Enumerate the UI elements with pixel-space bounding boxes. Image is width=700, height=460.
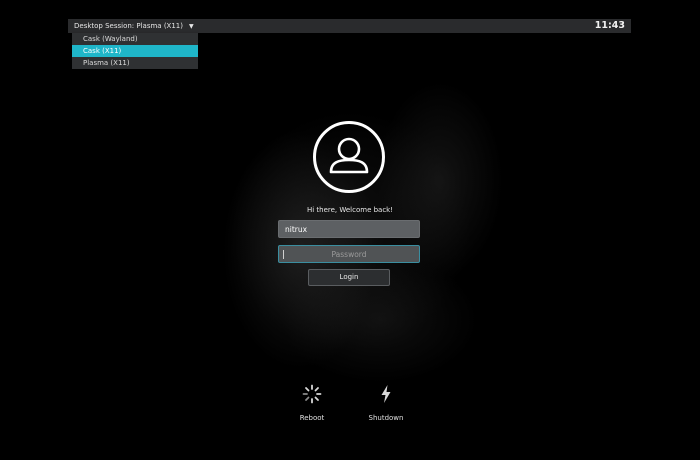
session-selector[interactable]: Desktop Session: Plasma (X11) ▼ [74,19,194,33]
greeting-text: Hi there, Welcome back! [306,206,394,214]
session-option-cask-wayland[interactable]: Cask (Wayland) [72,33,198,45]
clock: 11:43 [594,20,625,31]
shutdown-label: Shutdown [368,414,404,422]
login-button[interactable]: Login [308,269,390,286]
login-screen: Desktop Session: Plasma (X11) ▼ 11:43 Ca… [0,0,700,460]
reboot-label: Reboot [299,414,325,422]
password-field[interactable]: Password [278,245,420,263]
username-field[interactable]: nitrux [278,220,420,238]
top-bar: Desktop Session: Plasma (X11) ▼ 11:43 [68,19,631,33]
lightning-bolt-icon [381,385,391,403]
user-icon [313,121,385,193]
reboot-button[interactable]: Reboot [287,384,337,422]
caret-down-icon: ▼ [189,22,194,30]
session-option-cask-x11[interactable]: Cask (X11) [72,45,198,57]
spinner-reboot-icon [302,384,322,404]
session-option-plasma-x11[interactable]: Plasma (X11) [72,57,198,69]
shutdown-button[interactable]: Shutdown [361,384,411,422]
session-dropdown-menu: Cask (Wayland) Cask (X11) Plasma (X11) [72,33,198,69]
text-cursor [283,250,284,259]
session-selector-label: Desktop Session: Plasma (X11) [74,22,183,30]
password-placeholder: Password [331,250,367,259]
